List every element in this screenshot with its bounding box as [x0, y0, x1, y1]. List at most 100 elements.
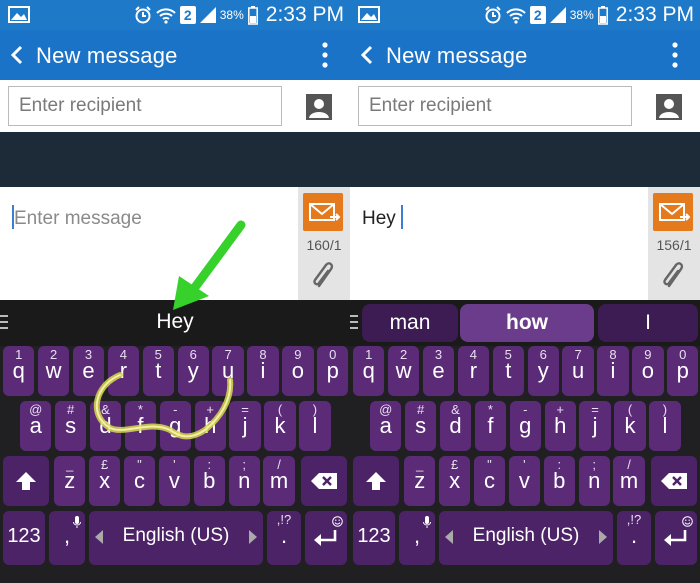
key-d[interactable]: & d [439, 401, 472, 451]
comma-key[interactable]: , [399, 511, 435, 565]
key-label: y [187, 358, 199, 383]
contact-picker-icon[interactable] [656, 94, 682, 120]
suggestion-chip-selected[interactable]: how [460, 304, 594, 342]
comma-key[interactable]: , [49, 511, 85, 565]
key-e[interactable]: 3e [72, 346, 105, 396]
suggestion-bar: man how I [350, 300, 700, 346]
key-c[interactable]: " c [473, 456, 506, 506]
message-input[interactable]: Hey [362, 205, 404, 230]
key-r[interactable]: 4r [107, 346, 140, 396]
key-g[interactable]: -g [509, 401, 541, 451]
key-label: m [269, 468, 289, 493]
key-m[interactable]: / m [613, 456, 645, 506]
shift-key[interactable] [3, 456, 49, 506]
battery-percent: 38% [219, 8, 244, 22]
text-cursor [401, 205, 404, 229]
delete-key[interactable] [651, 456, 697, 506]
key-p[interactable]: 0p [317, 346, 349, 396]
key-i[interactable]: 8i [247, 346, 279, 396]
enter-key[interactable] [655, 511, 697, 565]
key-v[interactable]: ' v [158, 456, 191, 506]
key-u[interactable]: 7u [212, 346, 244, 396]
delete-key[interactable] [301, 456, 347, 506]
key-label: q [362, 358, 375, 383]
key-h[interactable]: + h [194, 401, 226, 451]
key-f[interactable]: * f [124, 401, 157, 451]
key-d[interactable]: & d [89, 401, 122, 451]
key-b[interactable]: :b [543, 456, 575, 506]
wifi-icon [156, 8, 176, 24]
key-z[interactable]: _ z [54, 456, 86, 506]
attach-icon[interactable] [661, 260, 687, 290]
key-s[interactable]: # s [54, 401, 87, 451]
period-key[interactable]: ,!?. [267, 511, 301, 565]
key-a[interactable]: @ a [370, 401, 402, 451]
key-k[interactable]: (k [264, 401, 296, 451]
recipient-input[interactable] [358, 86, 632, 126]
gallery-notification-icon [8, 6, 30, 23]
key-p[interactable]: 0p [667, 346, 699, 396]
key-a[interactable]: @ a [20, 401, 52, 451]
left-screen: 2 38% 2:33 PM New message Enter message … [0, 0, 350, 583]
key-o[interactable]: 9o [632, 346, 664, 396]
key-q[interactable]: 1q [353, 346, 385, 396]
overflow-menu-icon[interactable] [672, 42, 678, 68]
key-b[interactable]: :b [193, 456, 225, 506]
key-c[interactable]: " c [123, 456, 156, 506]
key-q[interactable]: 1q [3, 346, 35, 396]
key-w[interactable]: 2w [387, 346, 420, 396]
enter-key[interactable] [305, 511, 347, 565]
send-mms-button[interactable] [653, 193, 693, 231]
key-x[interactable]: £ x [88, 456, 121, 506]
key-o[interactable]: 9o [282, 346, 314, 396]
key-e[interactable]: 3e [422, 346, 455, 396]
back-arrow-icon[interactable] [360, 44, 374, 66]
contact-picker-icon[interactable] [306, 94, 332, 120]
key-label: r [469, 358, 478, 383]
overflow-menu-icon[interactable] [322, 42, 328, 68]
back-arrow-icon[interactable] [10, 44, 24, 66]
attach-icon[interactable] [311, 260, 337, 290]
key-w[interactable]: 2w [37, 346, 70, 396]
suggestion-chip[interactable]: I [598, 304, 698, 342]
key-z[interactable]: _ z [404, 456, 436, 506]
key-i[interactable]: 8i [597, 346, 629, 396]
key-label: j [242, 413, 248, 438]
key-t[interactable]: 5t [492, 346, 524, 396]
key-k[interactable]: (k [614, 401, 646, 451]
key-y[interactable]: 6y [527, 346, 559, 396]
keyboard-menu-icon[interactable] [350, 315, 358, 329]
numbers-key[interactable]: 123 [3, 511, 45, 565]
key-n[interactable]: ; n [228, 456, 260, 506]
message-input[interactable]: Enter message [12, 205, 142, 230]
shift-key[interactable] [353, 456, 399, 506]
key-h[interactable]: + h [544, 401, 576, 451]
key-s[interactable]: # s [404, 401, 437, 451]
send-mms-button[interactable] [303, 193, 343, 231]
key-m[interactable]: / m [263, 456, 295, 506]
space-key[interactable]: English (US) [89, 511, 263, 565]
key-l[interactable]: ) l [299, 401, 331, 451]
key-j[interactable]: = j [229, 401, 261, 451]
period-key[interactable]: ,!?. [617, 511, 651, 565]
key-f[interactable]: * f [474, 401, 507, 451]
space-key[interactable]: English (US) [439, 511, 613, 565]
key-y[interactable]: 6y [177, 346, 209, 396]
key-x[interactable]: £ x [438, 456, 471, 506]
numbers-key[interactable]: 123 [353, 511, 395, 565]
key-r[interactable]: 4r [457, 346, 490, 396]
key-t[interactable]: 5t [142, 346, 174, 396]
key-v[interactable]: ' v [508, 456, 541, 506]
key-n[interactable]: ; n [578, 456, 610, 506]
key-g[interactable]: -g [159, 401, 191, 451]
app-bar: New message [350, 30, 700, 80]
recipient-input[interactable] [8, 86, 282, 126]
backspace-icon [651, 456, 697, 506]
key-l[interactable]: ) l [649, 401, 681, 451]
key-label: z [414, 468, 426, 493]
key-label: k [274, 413, 286, 438]
key-j[interactable]: = j [579, 401, 611, 451]
key-label: d [99, 413, 112, 438]
suggestion-chip[interactable]: man [362, 304, 458, 342]
key-u[interactable]: 7u [562, 346, 594, 396]
